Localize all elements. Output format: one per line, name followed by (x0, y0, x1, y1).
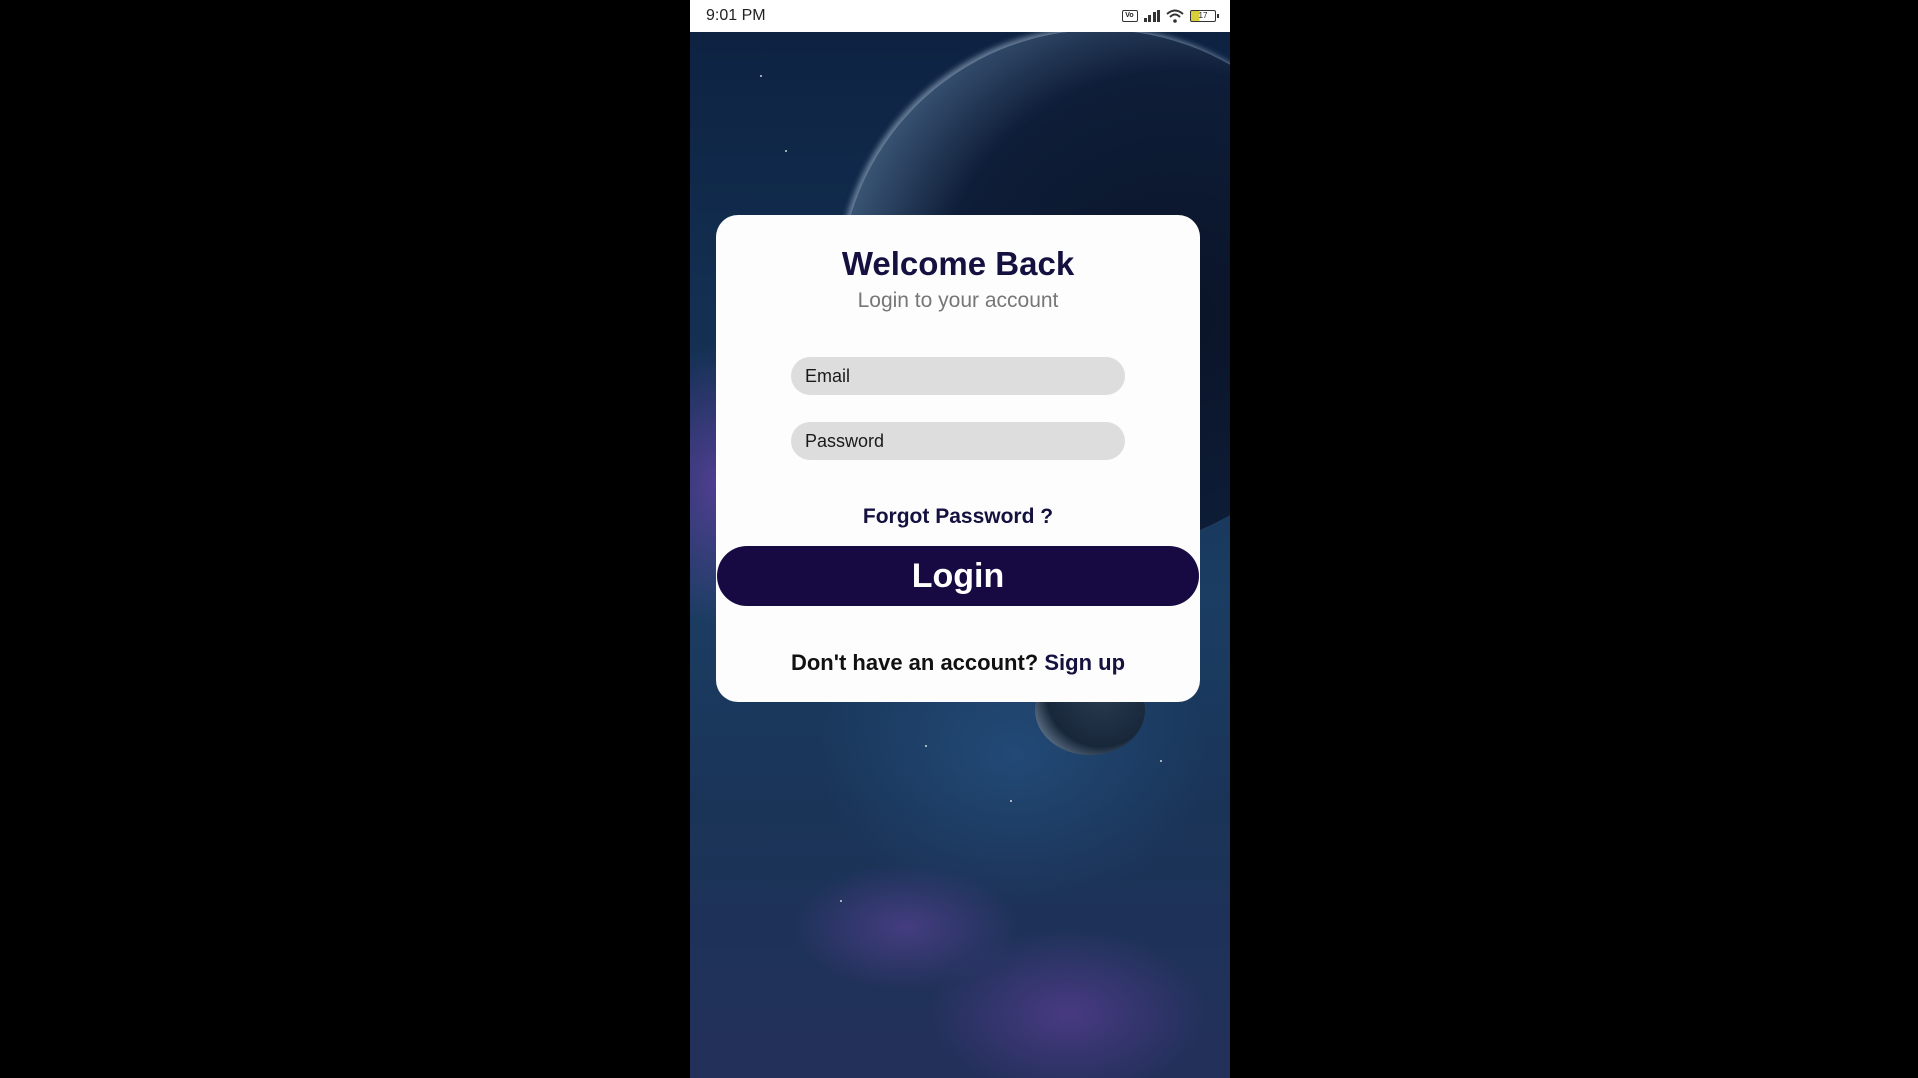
signup-prompt-text: Don't have an account? (790, 650, 1039, 675)
wifi-icon (1166, 9, 1184, 23)
star (760, 75, 762, 77)
status-time: 9:01 PM (706, 7, 766, 24)
page-title: Welcome Back (841, 245, 1075, 282)
star (840, 900, 842, 902)
phone-screen: 9:01 PM Vo 17 Welcome Back Login to your… (690, 0, 1230, 1078)
status-bar: 9:01 PM Vo 17 (690, 0, 1230, 32)
email-field[interactable] (791, 357, 1125, 395)
star (785, 150, 787, 152)
login-card: Welcome Back Login to your account Forgo… (716, 215, 1200, 702)
star (1160, 760, 1162, 762)
battery-icon: 17 (1190, 10, 1219, 22)
login-button[interactable]: Login (717, 546, 1199, 606)
volte-icon: Vo (1121, 10, 1138, 22)
star (1010, 800, 1012, 802)
signup-prompt-line: Don't have an account? Sign up (716, 650, 1200, 676)
signal-icon (1143, 10, 1160, 22)
status-icons: Vo 17 (1121, 9, 1219, 23)
password-field[interactable] (791, 422, 1125, 460)
signup-link[interactable]: Sign up (1044, 650, 1125, 675)
page-subtitle: Login to your account (857, 289, 1059, 312)
forgot-password-link[interactable]: Forgot Password ? (716, 505, 1200, 529)
star (925, 745, 927, 747)
